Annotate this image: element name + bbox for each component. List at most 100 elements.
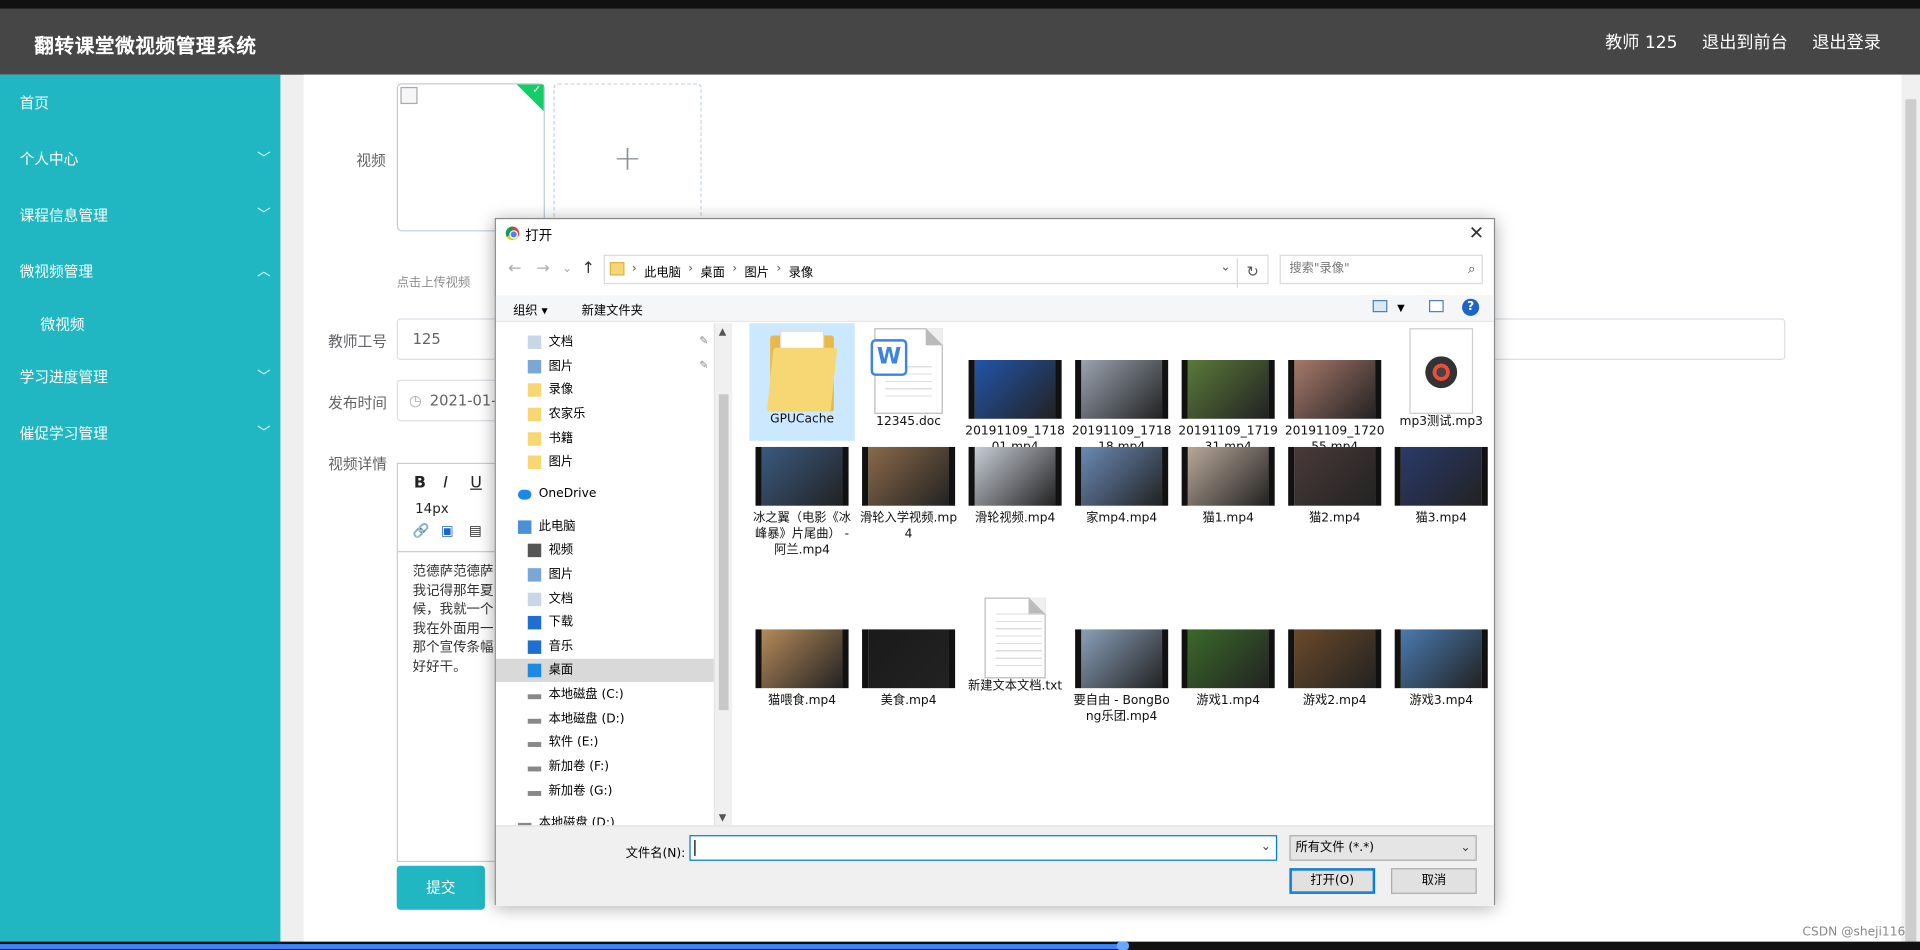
exit-to-frontend-link[interactable]: 退出到前台 — [1702, 29, 1788, 53]
font-size-select[interactable]: 14px — [415, 501, 449, 517]
sidebar-item-reminder[interactable]: 催促学习管理 ﹀ — [0, 405, 280, 461]
sidebar-item-progress[interactable]: 学习进度管理 ﹀ — [0, 349, 280, 405]
forward-arrow-icon[interactable]: → — [536, 260, 549, 278]
current-user-link[interactable]: 教师 125 — [1605, 29, 1677, 53]
help-icon[interactable]: ? — [1462, 298, 1480, 316]
video-insert-icon[interactable]: ▤ — [469, 523, 482, 539]
upload-video-button[interactable]: + — [553, 83, 702, 232]
preview-pane-icon[interactable] — [1428, 300, 1444, 313]
image-icon[interactable]: ▣ — [441, 523, 454, 539]
page-scrollbar[interactable] — [1901, 74, 1920, 950]
scrollbar-thumb[interactable] — [1905, 99, 1917, 945]
clock-icon: ◷ — [408, 391, 422, 409]
scroll-down-icon[interactable]: ▼ — [719, 812, 727, 823]
nav-item[interactable]: 本地磁盘 (C:) — [496, 683, 714, 706]
file-item[interactable]: 20191109_171801.mp4 — [962, 323, 1067, 454]
file-item[interactable]: 猫1.mp4 — [1176, 440, 1281, 550]
submit-button[interactable]: 提交 — [396, 865, 485, 910]
breadcrumb-item[interactable]: 此电脑 — [644, 262, 681, 280]
dialog-titlebar[interactable]: 打开 ✕ — [496, 219, 1494, 248]
nav-pane-scrollbar[interactable]: ▲ ▼ — [713, 323, 733, 826]
nav-item[interactable]: 文档 — [496, 588, 714, 611]
nav-item[interactable]: 新加卷 (G:) — [496, 780, 714, 803]
new-folder-button[interactable]: 新建文件夹 — [582, 300, 643, 318]
nav-item[interactable]: 图片 — [496, 451, 714, 474]
file-item[interactable]: 猫喂食.mp4 — [749, 593, 854, 708]
plus-icon: + — [613, 137, 642, 178]
link-icon[interactable]: 🔗 — [413, 523, 430, 539]
history-dropdown-icon[interactable]: ⌄ — [562, 262, 572, 275]
nav-item[interactable]: 此电脑 — [496, 516, 714, 539]
breadcrumb-item[interactable]: 图片 — [744, 262, 768, 280]
scrollbar-thumb[interactable] — [718, 394, 729, 711]
nav-item[interactable]: 音乐 — [496, 636, 714, 659]
file-item[interactable]: 新建文本文档.txt — [962, 593, 1067, 703]
nav-item-label: 下载 — [548, 615, 574, 630]
nav-item[interactable]: 桌面 — [495, 658, 714, 683]
underline-button[interactable]: U — [470, 474, 482, 492]
nav-item[interactable]: OneDrive — [496, 482, 714, 505]
progress-handle[interactable] — [1116, 941, 1129, 950]
sidebar-item-course-info[interactable]: 课程信息管理 ﹀ — [0, 187, 280, 243]
breadcrumb-item[interactable]: 桌面 — [700, 262, 724, 280]
file-item[interactable]: W 12345.doc — [856, 323, 961, 441]
file-item[interactable]: 游戏2.mp4 — [1282, 593, 1387, 708]
scroll-up-icon[interactable]: ▲ — [719, 326, 727, 337]
nav-item[interactable]: 下载 — [496, 611, 714, 634]
nav-item[interactable]: 文档 ✎ — [496, 331, 714, 354]
logout-link[interactable]: 退出登录 — [1812, 29, 1881, 53]
search-input[interactable]: 搜索"录像" ⌕ — [1279, 254, 1483, 285]
nav-item-label: 录像 — [548, 383, 574, 397]
video-progress-bar[interactable] — [0, 941, 1920, 950]
sidebar-item-home[interactable]: 首页 — [0, 75, 280, 131]
file-item[interactable]: 美食.mp4 — [856, 593, 961, 708]
sidebar-item-video-management[interactable]: 微视频管理 ︿ — [0, 244, 280, 300]
file-item[interactable]: 滑轮入学视频.mp4 — [856, 440, 961, 550]
file-item[interactable]: 猫2.mp4 — [1282, 440, 1387, 550]
close-icon[interactable]: ✕ — [1469, 222, 1484, 244]
cancel-button[interactable]: 取消 — [1391, 868, 1477, 894]
view-dropdown-icon[interactable]: ▼ — [1397, 302, 1405, 313]
open-button[interactable]: 打开(O) — [1289, 868, 1376, 894]
nav-item[interactable]: 图片 ✎ — [496, 355, 714, 378]
file-item[interactable]: 猫3.mp4 — [1389, 440, 1494, 550]
file-item[interactable]: mp3测试.mp3 — [1389, 323, 1494, 441]
file-item[interactable]: 20191109_171818.mp4 — [1069, 323, 1174, 454]
file-item[interactable]: 20191109_171931.mp4 — [1176, 323, 1281, 454]
sidebar-item-video[interactable]: 微视频 — [0, 300, 280, 349]
nav-item[interactable]: 图片 — [496, 563, 714, 586]
nav-item[interactable]: 视频 — [496, 539, 714, 562]
nav-item[interactable]: 录像 — [496, 378, 714, 401]
file-item[interactable]: 游戏1.mp4 — [1176, 593, 1281, 708]
uploaded-video-card[interactable]: ✓ — [396, 83, 545, 232]
nav-item[interactable]: 本地磁盘 (D:) — [496, 708, 714, 731]
refresh-icon[interactable]: ↻ — [1236, 258, 1268, 288]
nav-item[interactable]: 书籍 — [496, 427, 714, 450]
nav-item[interactable]: 农家乐 — [496, 403, 714, 426]
address-bar[interactable]: › 此电脑 › 桌面 › 图片 › 录像 ⌄ ↻ — [603, 254, 1269, 288]
file-item[interactable]: GPUCache — [749, 323, 855, 441]
sidebar-item-personal-center[interactable]: 个人中心 ﹀ — [0, 131, 280, 187]
italic-button[interactable]: I — [443, 474, 448, 492]
back-arrow-icon[interactable]: ← — [508, 260, 521, 278]
file-item[interactable]: 冰之翼（电影《冰峰暴》片尾曲） - 阿兰.mp4 — [749, 440, 854, 557]
file-item[interactable]: 滑轮视频.mp4 — [962, 440, 1067, 550]
breadcrumb-item[interactable]: 录像 — [789, 262, 813, 280]
file-type-select[interactable]: 所有文件 (*.*) ⌄ — [1289, 835, 1477, 861]
file-item[interactable]: 家mp4.mp4 — [1069, 440, 1174, 550]
chevron-down-icon[interactable]: ⌄ — [1261, 840, 1271, 853]
file-item[interactable]: 游戏3.mp4 — [1389, 593, 1494, 708]
chevron-down-icon: ﹀ — [257, 206, 271, 223]
bold-button[interactable]: B — [414, 474, 426, 492]
up-arrow-icon[interactable]: ↑ — [582, 260, 595, 278]
nav-item[interactable]: 新加卷 (F:) — [496, 756, 714, 779]
nav-item[interactable]: 本地磁盘 (D:) — [496, 812, 714, 826]
nav-item[interactable]: 软件 (E:) — [496, 731, 714, 754]
file-name: 游戏3.mp4 — [1409, 694, 1474, 708]
file-item[interactable]: 20191109_172055.mp4 — [1282, 323, 1387, 454]
organize-menu[interactable]: 组织 ▾ — [513, 300, 548, 318]
chevron-down-icon[interactable]: ⌄ — [1220, 261, 1230, 274]
view-mode-icon[interactable] — [1372, 300, 1388, 313]
filename-input[interactable]: ⌄ — [689, 835, 1278, 861]
file-item[interactable]: 要自由 - BongBong乐团.mp4 — [1069, 593, 1174, 724]
